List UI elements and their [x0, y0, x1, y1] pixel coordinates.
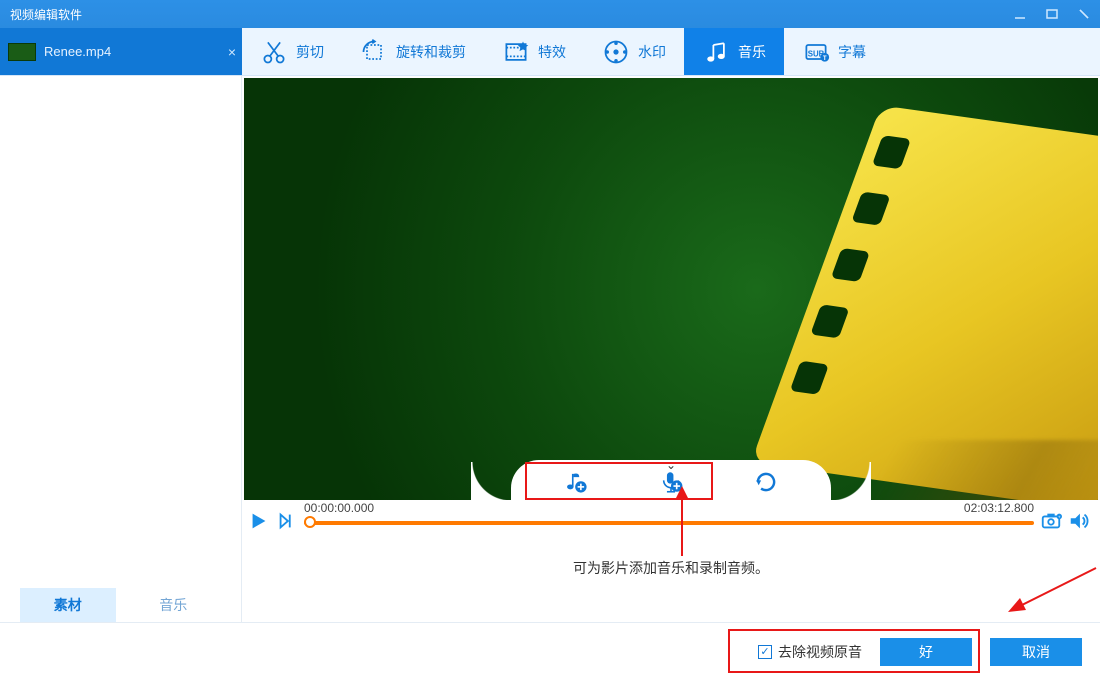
- info-area: 可为影片添加音乐和录制音频。: [242, 546, 1100, 622]
- toolbar-subtitle[interactable]: SUBT 字幕: [784, 28, 884, 75]
- sidebar-tab-materials[interactable]: 素材: [20, 588, 116, 622]
- time-start: 00:00:00.000: [304, 501, 374, 515]
- add-music-button[interactable]: [563, 469, 589, 500]
- file-tab-header: Renee.mp4 ×: [0, 28, 242, 75]
- window-minimize[interactable]: [1004, 0, 1036, 28]
- action-bump: ⌄: [511, 460, 831, 500]
- file-name: Renee.mp4: [44, 44, 111, 59]
- annotation-arrow-ok: [986, 560, 1100, 625]
- toolbar-cut[interactable]: 剪切: [242, 28, 342, 75]
- step-forward-button[interactable]: [276, 510, 298, 537]
- window-maximize[interactable]: [1036, 0, 1068, 28]
- toolbar-rotate-crop[interactable]: 旋转和裁剪: [342, 28, 484, 75]
- toolbar-music-label: 音乐: [738, 42, 766, 62]
- timeline: 00:00:00.000 02:03:12.800 +: [242, 500, 1100, 546]
- time-end: 02:03:12.800: [964, 501, 1034, 515]
- volume-button[interactable]: [1068, 510, 1090, 537]
- remove-original-audio-checkbox[interactable]: ✓ 去除视频原音: [758, 642, 862, 662]
- record-audio-button[interactable]: [658, 469, 684, 500]
- sidebar-body: [0, 76, 241, 588]
- sidebar-tab-music-label: 音乐: [159, 595, 187, 615]
- toolbar-subtitle-label: 字幕: [838, 42, 866, 62]
- content-area: ⌄ 当前滑块所在的时间将作为新音轨的开始时间。: [242, 76, 1100, 622]
- video-frame: [244, 78, 1098, 500]
- titlebar: 视频编辑软件: [0, 0, 1100, 28]
- play-button[interactable]: [248, 510, 270, 537]
- window-title: 视频编辑软件: [10, 6, 82, 23]
- toolbar-effects[interactable]: 特效: [484, 28, 584, 75]
- file-thumb-icon: [8, 43, 36, 61]
- file-tab[interactable]: Renee.mp4: [0, 43, 222, 61]
- annotation-text: 可为影片添加音乐和录制音频。: [573, 558, 769, 578]
- checkbox-icon: ✓: [758, 645, 772, 659]
- snapshot-button[interactable]: +: [1040, 510, 1062, 537]
- cancel-button-label: 取消: [1022, 642, 1050, 662]
- bottom-bar: ✓ 去除视频原音 好 取消: [0, 622, 1100, 680]
- video-preview[interactable]: ⌄: [244, 78, 1098, 500]
- toolbar-cut-label: 剪切: [296, 42, 324, 62]
- window-close[interactable]: [1068, 0, 1100, 28]
- cancel-button[interactable]: 取消: [990, 638, 1082, 666]
- ok-button[interactable]: 好: [880, 638, 972, 666]
- playhead[interactable]: [304, 516, 316, 528]
- toolbar-effects-label: 特效: [538, 42, 566, 62]
- toolbar-watermark-label: 水印: [638, 42, 666, 62]
- sidebar-tab-music[interactable]: 音乐: [126, 588, 222, 622]
- toolbar-rotate-crop-label: 旋转和裁剪: [396, 42, 466, 62]
- svg-text:T: T: [823, 54, 827, 61]
- ok-button-label: 好: [919, 642, 933, 662]
- toolbar-music[interactable]: 音乐: [684, 28, 784, 75]
- remove-original-audio-label: 去除视频原音: [778, 642, 862, 662]
- toolbar: Renee.mp4 × 剪切 旋转和裁剪 特效 水印 音乐 SUBT 字幕: [0, 28, 1100, 76]
- timeline-track[interactable]: 00:00:00.000 02:03:12.800: [304, 513, 1034, 533]
- svg-text:+: +: [1058, 514, 1061, 519]
- sidebar: 素材 音乐: [0, 76, 242, 622]
- file-close-icon[interactable]: ×: [222, 44, 242, 60]
- sidebar-tab-materials-label: 素材: [54, 595, 82, 615]
- toolbar-watermark[interactable]: 水印: [584, 28, 684, 75]
- refresh-button[interactable]: [753, 469, 779, 500]
